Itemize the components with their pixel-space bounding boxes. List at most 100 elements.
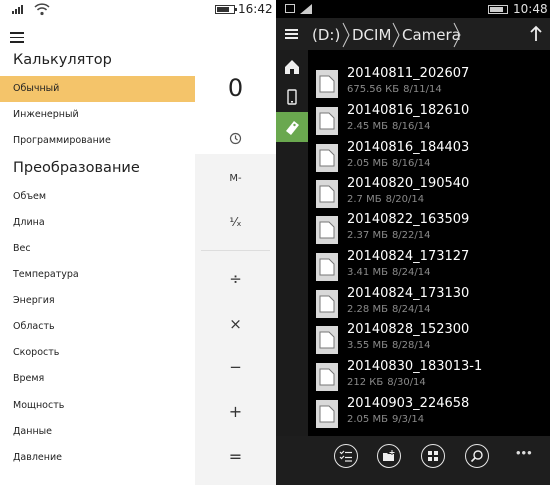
file-meta: 3.55 МБ 8/28/14 (347, 340, 431, 351)
file-icon (316, 400, 338, 428)
file-icon (316, 70, 338, 98)
file-name: 20140903_224658 (347, 396, 470, 411)
equals-key[interactable]: = (195, 447, 276, 466)
search-button[interactable] (465, 444, 489, 468)
more-options-icon[interactable]: ••• (516, 445, 533, 460)
hamburger-menu-icon[interactable] (10, 32, 24, 43)
hamburger-menu-icon[interactable] (276, 18, 306, 50)
menu-item-temperature[interactable]: Температура (0, 262, 195, 288)
checklist-icon (339, 450, 352, 462)
file-explorer-screen: 10:48 (D:) DCIM Camera 20140811_202607 6… (276, 0, 550, 485)
menu-item-standard[interactable]: Обычный (0, 76, 195, 102)
file-date: 8/28/14 (391, 340, 431, 351)
menu-item-length[interactable]: Длина (0, 210, 195, 236)
history-icon[interactable] (229, 132, 242, 145)
menu-item-time[interactable]: Время (0, 366, 195, 392)
calculator-section-title: Калькулятор (13, 52, 112, 68)
file-date: 8/16/14 (391, 158, 431, 169)
file-size: 212 КБ (347, 377, 384, 388)
file-icon (316, 107, 338, 135)
subtract-key[interactable]: − (195, 358, 276, 376)
keypad-divider (201, 250, 270, 251)
file-item[interactable]: 20140820_190540 2.7 МБ 8/20/14 (308, 174, 550, 210)
file-item[interactable]: 20140824_173130 2.28 МБ 8/24/14 (308, 284, 550, 320)
status-time: 10:48 (513, 2, 548, 16)
calculator-keypad-area: 0 M- ¹⁄ₓ ÷ × − + = (195, 18, 276, 485)
new-folder-button[interactable] (377, 444, 401, 468)
chevron-right-icon (392, 22, 400, 48)
file-item[interactable]: 20140811_202607 675.56 КБ 8/11/14 (308, 64, 550, 100)
file-icon (316, 253, 338, 281)
battery-icon (215, 5, 237, 14)
file-meta: 2.05 МБ 9/3/14 (347, 414, 424, 425)
battery-icon (488, 5, 508, 14)
file-size: 2.45 МБ (347, 121, 388, 132)
file-item[interactable]: 20140816_184403 2.05 МБ 8/16/14 (308, 138, 550, 174)
nav-sd-card[interactable] (276, 112, 308, 142)
nav-home[interactable] (276, 52, 308, 82)
file-size: 3.41 МБ (347, 267, 388, 278)
breadcrumb-dcim[interactable]: DCIM (352, 26, 391, 44)
file-meta: 2.28 МБ 8/24/14 (347, 304, 431, 315)
menu-item-speed[interactable]: Скорость (0, 340, 195, 366)
multiply-key[interactable]: × (195, 315, 276, 333)
file-item[interactable]: 20140822_163509 2.37 МБ 8/22/14 (308, 210, 550, 246)
menu-item-data[interactable]: Данные (0, 419, 195, 445)
new-folder-icon (383, 450, 395, 461)
display-value: 0 (227, 74, 244, 102)
menu-item-programmer[interactable]: Программирование (0, 128, 195, 154)
path-bar: (D:) DCIM Camera (276, 18, 550, 50)
menu-item-volume[interactable]: Объем (0, 184, 195, 210)
file-meta: 2.7 МБ 8/20/14 (347, 194, 424, 205)
menu-item-power[interactable]: Мощность (0, 393, 195, 419)
nav-phone[interactable] (276, 82, 308, 112)
phone-device-icon (287, 89, 297, 105)
file-date: 8/22/14 (391, 230, 431, 241)
file-meta: 2.45 МБ 8/16/14 (347, 121, 431, 132)
file-size: 2.05 МБ (347, 158, 388, 169)
divide-key[interactable]: ÷ (195, 270, 276, 288)
select-button[interactable] (334, 444, 358, 468)
up-arrow-icon[interactable] (522, 18, 550, 50)
menu-item-pressure[interactable]: Давление (0, 445, 195, 471)
breadcrumb-drive[interactable]: (D:) (312, 26, 340, 44)
file-item[interactable]: 20140816_182610 2.45 МБ 8/16/14 (308, 101, 550, 137)
file-icon (316, 216, 338, 244)
menu-item-scientific[interactable]: Инженерный (0, 102, 195, 128)
file-size: 2.05 МБ (347, 414, 388, 425)
menu-item-energy[interactable]: Энергия (0, 288, 195, 314)
file-meta: 675.56 КБ 8/11/14 (347, 84, 442, 95)
file-name: 20140828_152300 (347, 322, 470, 337)
menu-item-area[interactable]: Область (0, 314, 195, 340)
view-grid-button[interactable] (421, 444, 445, 468)
file-date: 8/16/14 (391, 121, 431, 132)
file-item[interactable]: 20140828_152300 3.55 МБ 8/28/14 (308, 320, 550, 356)
side-navigation (276, 50, 308, 436)
file-meta: 2.37 МБ 8/22/14 (347, 230, 431, 241)
file-name: 20140824_173127 (347, 249, 470, 264)
file-icon (316, 290, 338, 318)
file-item[interactable]: 20140903_224658 2.05 МБ 9/3/14 (308, 394, 550, 430)
file-icon (316, 144, 338, 172)
app-bar: ••• (276, 436, 550, 485)
file-date: 9/3/14 (391, 414, 425, 425)
file-size: 2.28 МБ (347, 304, 388, 315)
no-sim-icon (285, 4, 295, 13)
grid-icon (428, 451, 438, 461)
file-date: 8/11/14 (403, 84, 442, 95)
file-date: 8/30/14 (387, 377, 426, 388)
chevron-right-icon (342, 22, 350, 48)
memory-minus-key[interactable]: M- (195, 173, 276, 184)
search-icon (470, 450, 483, 463)
menu-item-weight[interactable]: Вес (0, 236, 195, 262)
file-size: 2.37 МБ (347, 230, 388, 241)
conversion-section-title: Преобразование (13, 160, 140, 176)
file-item[interactable]: 20140830_183013-1 212 КБ 8/30/14 (308, 357, 550, 393)
file-name: 20140824_173130 (347, 286, 470, 301)
reciprocal-key[interactable]: ¹⁄ₓ (195, 215, 276, 229)
add-key[interactable]: + (195, 402, 276, 421)
file-meta: 2.05 МБ 8/16/14 (347, 158, 431, 169)
file-meta: 3.41 МБ 8/24/14 (347, 267, 431, 278)
file-item[interactable]: 20140824_173127 3.41 МБ 8/24/14 (308, 247, 550, 283)
navigation-menu: Калькулятор Обычный Инженерный Программи… (0, 18, 195, 485)
